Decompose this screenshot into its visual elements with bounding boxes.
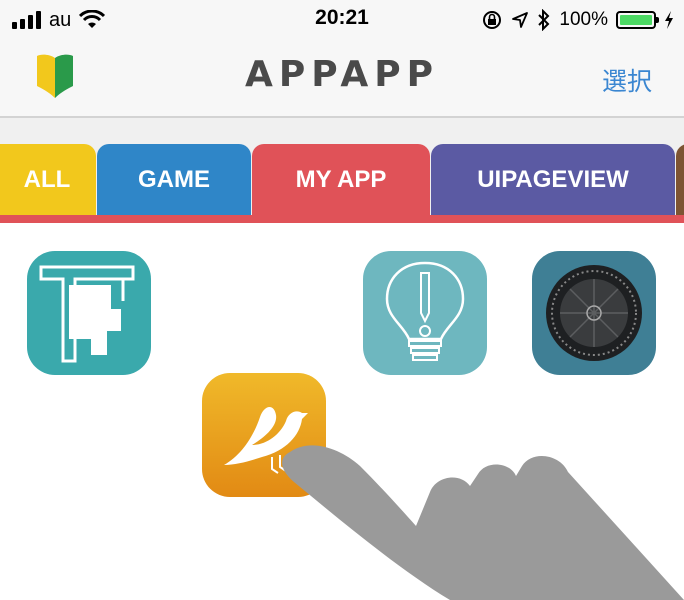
tab-uipageview[interactable]: UIPAGEVIEW [431,144,675,216]
bluetooth-icon [538,9,550,31]
status-right: 100% [481,6,674,34]
page-title: APPAPP [245,54,439,95]
tab-my-app[interactable]: MY APP [252,144,430,216]
app-floorplan[interactable] [27,251,151,375]
floorplan-icon [27,251,151,375]
battery-percent: 100% [559,9,608,30]
lightbulb-icon [363,251,487,375]
charging-bolt-icon [665,11,673,29]
category-tab-bar: ALL GAME MY APP UIPAGEVIEW [0,118,684,218]
rotation-lock-icon [483,11,502,29]
navigation-bar: APPAPP 選択 [0,40,684,118]
app-lightbulb[interactable] [363,251,487,375]
tab-indicator-line [0,215,684,223]
app-compass-dial[interactable] [532,251,656,375]
tab-all[interactable]: ALL [0,144,96,216]
battery-icon [616,11,659,29]
compass-dial-icon [532,251,656,375]
hand-pointer-icon [282,445,684,600]
tab-game[interactable]: GAME [97,144,251,216]
status-bar: au 20:21 100% [0,0,684,40]
tab-next-partial[interactable] [676,144,684,216]
select-button[interactable]: 選択 [602,62,652,98]
location-arrow-icon [512,12,529,28]
